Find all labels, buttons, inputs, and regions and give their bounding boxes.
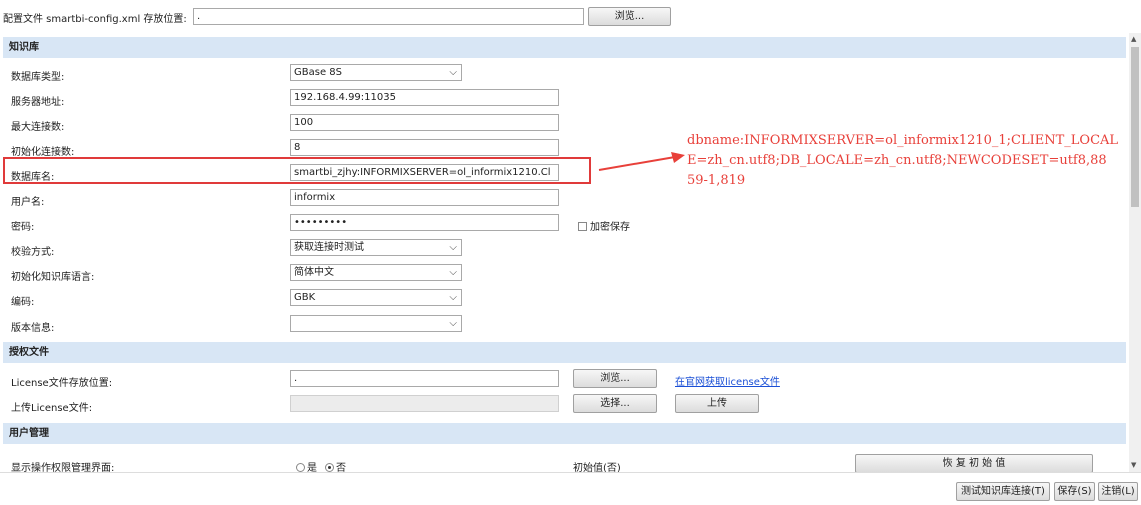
choose-file-button[interactable]: 选择... [573,394,657,413]
checkbox-icon [578,222,587,231]
section-license: 授权文件 [3,342,1126,363]
annotation-line-1: dbname:INFORMIXSERVER=ol_informix1210_1;… [687,133,1119,148]
verify-value: 获取连接时测试 [294,242,364,253]
server-input[interactable]: 192.168.4.99:11035 [290,89,559,106]
logout-button[interactable]: 注销(L) [1098,482,1138,501]
encoding-value: GBK [294,292,316,303]
password-input[interactable]: ••••••••• [290,214,559,231]
upload-button[interactable]: 上传 [675,394,759,413]
radio-icon [296,463,305,472]
verify-label: 校验方式: [11,247,55,258]
max-conn-input[interactable]: 100 [290,114,559,131]
config-path-input[interactable]: . [193,8,584,25]
highlight-box [3,157,591,184]
config-path-label: 配置文件 smartbi-config.xml 存放位置: [3,14,187,25]
annotation-text: dbname:INFORMIXSERVER=ol_informix1210_1;… [687,131,1141,201]
settings-panel: 知识库 数据库类型: GBase 8S ⌵ 服务器地址: 192.168.4.9… [0,33,1129,472]
radio-yes-label: 是 [307,463,317,472]
license-path-input[interactable]: . [290,370,559,387]
version-label: 版本信息: [11,323,55,334]
chevron-down-icon: ⌵ [449,242,457,253]
password-label: 密码: [11,222,35,233]
upload-license-input[interactable] [290,395,559,412]
upload-license-label: 上传License文件: [11,403,93,414]
chevron-down-icon: ⌵ [449,267,457,278]
radio-no-label: 否 [336,463,346,472]
license-path-label: License文件存放位置: [11,378,113,389]
language-value: 简体中文 [294,267,334,278]
max-conn-label: 最大连接数: [11,122,65,133]
config-path-bar: 配置文件 smartbi-config.xml 存放位置: . 浏览... [0,0,1141,33]
db-type-label: 数据库类型: [11,72,65,83]
annotation-line-3: 59-1,819 [687,173,746,188]
db-type-value: GBase 8S [294,67,342,78]
username-input[interactable]: informix [290,189,559,206]
annotation-arrow-icon [598,152,685,171]
test-connection-button[interactable]: 测试知识库连接(T) [956,482,1050,501]
config-browse-button[interactable]: 浏览... [588,7,671,26]
language-select[interactable]: 简体中文 ⌵ [290,264,462,281]
show-permission-label: 显示操作权限管理界面: [11,463,115,472]
server-label: 服务器地址: [11,97,65,108]
chevron-down-icon: ⌵ [449,318,457,329]
verify-select[interactable]: 获取连接时测试 ⌵ [290,239,462,256]
section-knowledge-base: 知识库 [3,37,1126,58]
radio-selected-icon [325,463,334,472]
init-conn-label: 初始化连接数: [11,147,75,158]
save-button[interactable]: 保存(S) [1054,482,1095,501]
footer-bar: 测试知识库连接(T) 保存(S) 注销(L) [0,472,1141,505]
encrypt-save-checkbox[interactable]: 加密保存 [578,218,630,233]
restore-default-button[interactable]: 恢 复 初 始 值 [855,454,1093,472]
init-conn-input[interactable]: 8 [290,139,559,156]
radio-no[interactable]: 否 [325,459,346,472]
encoding-label: 编码: [11,297,35,308]
encoding-select[interactable]: GBK ⌵ [290,289,462,306]
scroll-down-icon[interactable]: ▼ [1131,461,1136,469]
encrypt-save-label: 加密保存 [590,222,630,233]
license-browse-button[interactable]: 浏览... [573,369,657,388]
username-label: 用户名: [11,197,45,208]
initial-value-text: 初始值(否) [573,463,621,472]
section-user-management: 用户管理 [3,423,1126,444]
scroll-up-icon[interactable]: ▲ [1131,35,1136,43]
radio-yes[interactable]: 是 [296,459,317,472]
db-type-select[interactable]: GBase 8S ⌵ [290,64,462,81]
language-label: 初始化知识库语言: [11,272,95,283]
chevron-down-icon: ⌵ [449,67,457,78]
chevron-down-icon: ⌵ [449,292,457,303]
get-license-link[interactable]: 在官网获取license文件 [675,373,780,388]
annotation-line-2: E=zh_cn.utf8;DB_LOCALE=zh_cn.utf8;NEWCOD… [687,153,1107,168]
version-select[interactable]: ⌵ [290,315,462,332]
vertical-scrollbar[interactable]: ▲ ▼ [1129,33,1141,472]
